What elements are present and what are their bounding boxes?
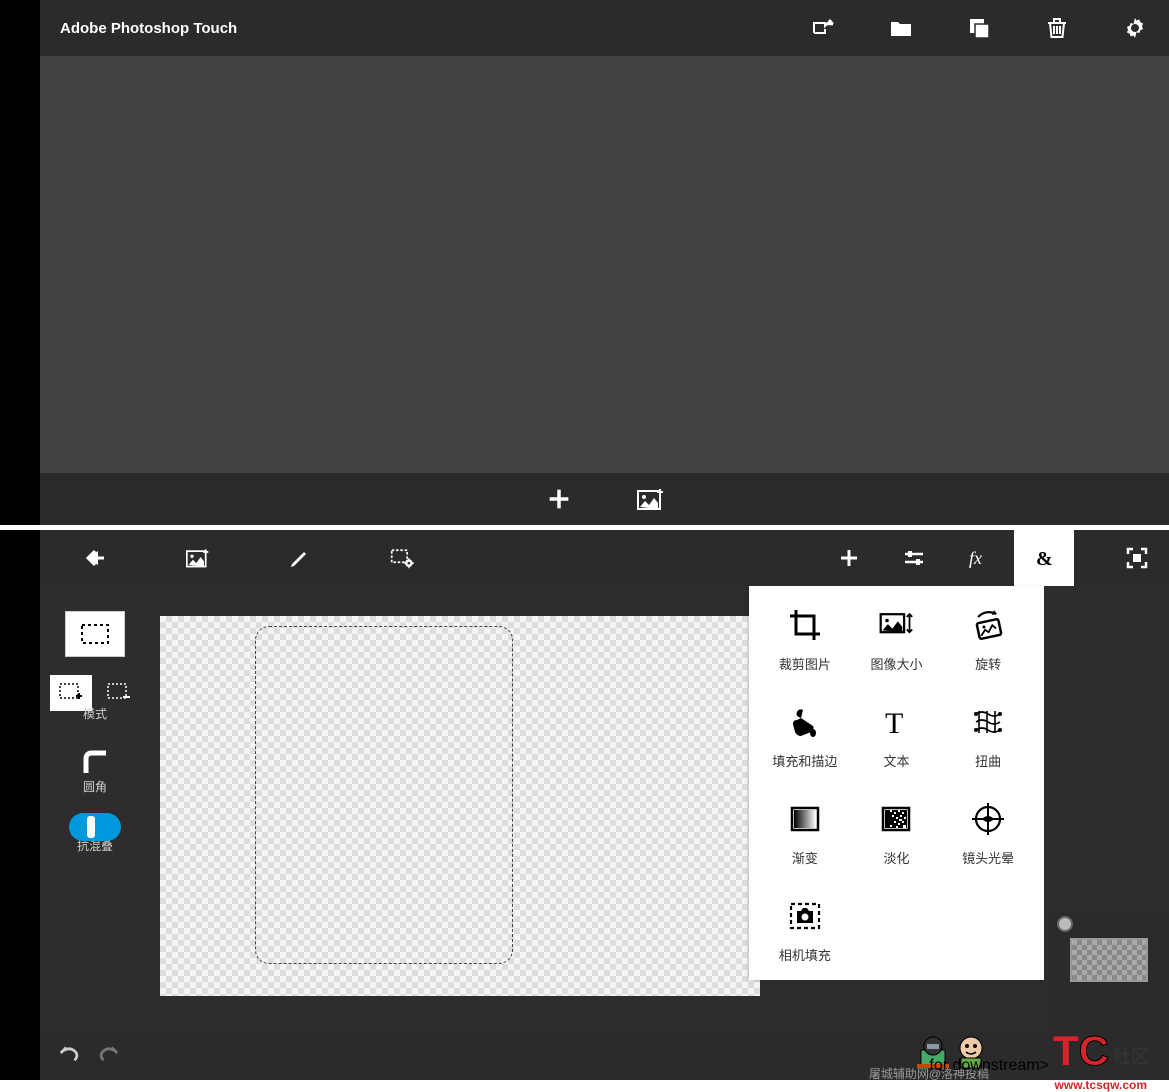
fade-icon [876,800,916,838]
menu-crop[interactable]: 裁剪图片 [761,606,849,673]
svg-text:T: T [885,707,903,740]
svg-text:&: & [1036,548,1053,570]
gallery-screen: Adobe Photoshop Touch [0,0,1169,525]
menu-imagesize[interactable]: 图像大小 [853,606,941,673]
left-tool-panel: 模式 圆角 抗混叠 [40,586,150,1080]
camerafill-icon [785,897,825,935]
watermark-url: www.tcsqw.com [1055,1078,1147,1092]
sliders-icon[interactable] [888,530,940,586]
trash-icon[interactable] [1043,14,1071,42]
image-plus-icon[interactable] [635,483,667,515]
settings-gear-icon[interactable] [1121,14,1149,42]
add-plus-icon[interactable] [823,530,875,586]
folder-icon[interactable] [887,14,915,42]
layer-thumbnail[interactable] [1070,938,1148,982]
watermark: for downstream> TC 社区 [929,1027,1149,1075]
antialias-toggle[interactable] [69,813,121,841]
corner-label: 圆角 [83,778,107,795]
svg-text:fx: fx [969,548,982,568]
add-image-icon[interactable] [172,530,224,586]
menu-lensflare[interactable]: 镜头光晕 [944,800,1032,867]
left-letterbox [0,0,40,525]
menu-warp[interactable]: 扭曲 [944,703,1032,770]
mode-label: 模式 [83,705,107,722]
redo-icon[interactable] [98,1042,120,1069]
menu-fillstroke[interactable]: 填充和描边 [761,703,849,770]
crop-icon [785,606,825,644]
text-icon: T [876,703,916,741]
selection-marquee[interactable] [255,626,513,964]
back-arrow-icon[interactable] [70,530,122,586]
undo-icon[interactable] [58,1042,80,1069]
fx-icon[interactable]: fx [953,530,1005,586]
warp-icon [968,703,1008,741]
paintbucket-icon [785,703,825,741]
gradient-icon [785,800,825,838]
marquee-tool-button[interactable] [65,611,125,657]
app-title: Adobe Photoshop Touch [60,20,237,37]
editor-header: fx & [40,530,1169,586]
copy-icon[interactable] [965,14,993,42]
gallery-bottom-bar [40,473,1169,525]
left-letterbox-bottom [0,530,40,1080]
canvas[interactable] [160,616,760,996]
share-icon[interactable] [809,14,837,42]
fullscreen-icon[interactable] [1111,530,1163,586]
menu-text[interactable]: T 文本 [853,703,941,770]
transform-menu-panel: 裁剪图片 图像大小 旋转 [749,586,1044,980]
lensflare-icon [968,800,1008,838]
selection-settings-icon[interactable] [376,530,428,586]
add-icon[interactable] [543,483,575,515]
menu-gradient[interactable]: 渐变 [761,800,849,867]
pencil-edit-icon[interactable] [274,530,326,586]
menu-camerafill[interactable]: 相机填充 [761,897,849,964]
more-tab-icon[interactable]: & [1014,530,1074,586]
gallery-header: Adobe Photoshop Touch [40,0,1169,56]
menu-fade[interactable]: 淡化 [853,800,941,867]
editor-screen: fx & [0,530,1169,1080]
gallery-body [40,56,1169,473]
rotate-icon [968,606,1008,644]
menu-rotate[interactable]: 旋转 [944,606,1032,673]
imagesize-icon [876,606,916,644]
opacity-slider-knob[interactable] [1057,916,1073,932]
